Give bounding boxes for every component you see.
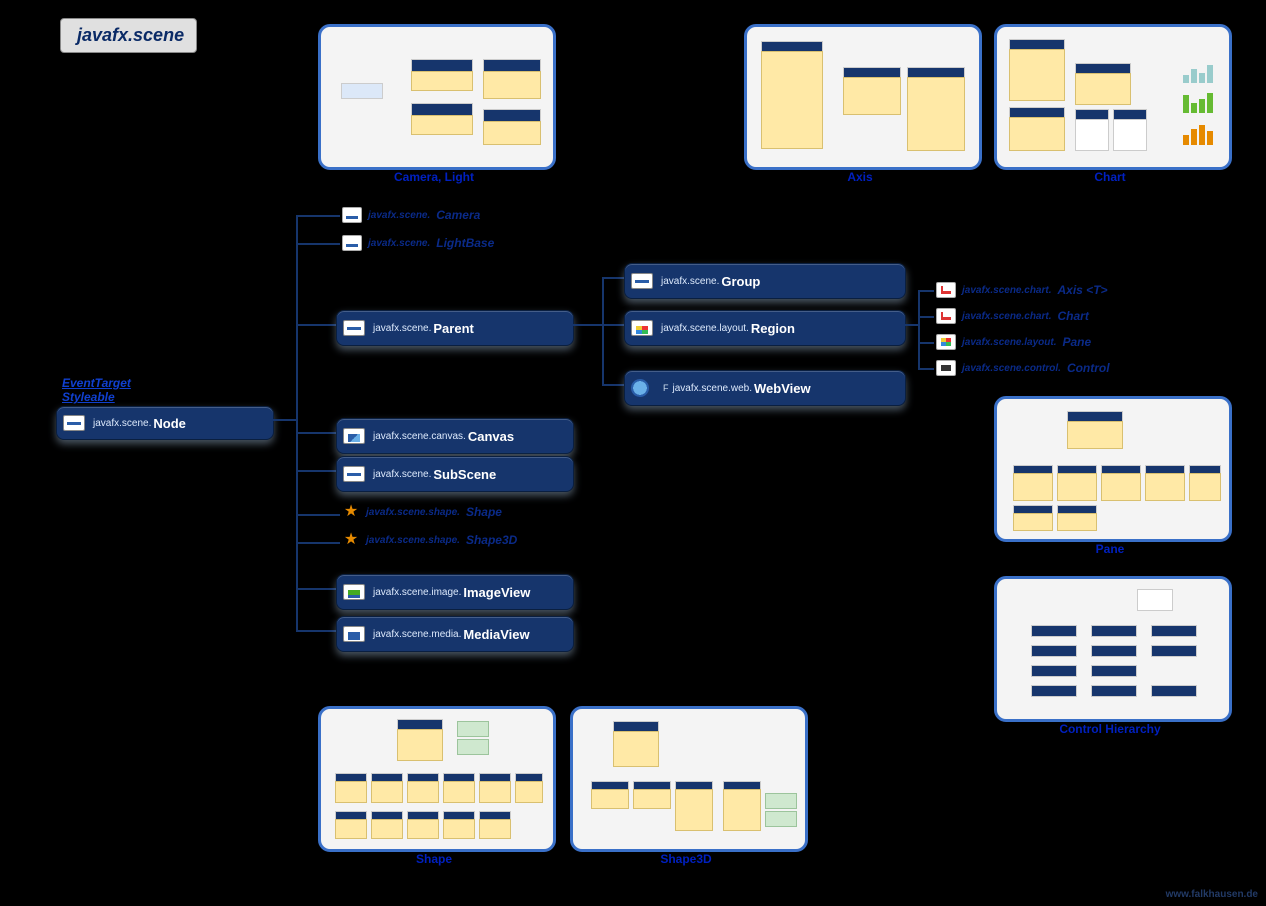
connector bbox=[602, 384, 624, 386]
connector bbox=[296, 215, 298, 631]
class-icon bbox=[63, 415, 85, 431]
diagram-stage: javafx.scene EventTarget Styleable javaf… bbox=[0, 0, 1266, 906]
media-icon bbox=[343, 626, 365, 642]
connector bbox=[296, 215, 340, 217]
class-imageview[interactable]: javafx.scene.image. ImageView bbox=[336, 574, 574, 610]
thumb-axis[interactable] bbox=[744, 24, 982, 170]
connector bbox=[602, 277, 604, 385]
abstract-pane[interactable]: javafx.scene.layout. Pane bbox=[936, 334, 1091, 350]
connector bbox=[602, 277, 624, 279]
class-region[interactable]: javafx.scene.layout. Region bbox=[624, 310, 906, 346]
globe-icon bbox=[631, 379, 649, 397]
class-node[interactable]: javafx.scene. Node bbox=[56, 406, 274, 440]
footer-credit: www.falkhausen.de bbox=[1166, 889, 1258, 900]
connector bbox=[602, 324, 624, 326]
abstract-axis[interactable]: javafx.scene.chart. Axis <T> bbox=[936, 282, 1108, 298]
abstract-chart[interactable]: javafx.scene.chart. Chart bbox=[936, 308, 1089, 324]
class-mediaview[interactable]: javafx.scene.media. MediaView bbox=[336, 616, 574, 652]
thumb-pane[interactable] bbox=[994, 396, 1232, 542]
package-title-text: javafx.scene bbox=[77, 25, 184, 46]
abstract-control[interactable]: javafx.scene.control. Control bbox=[936, 360, 1110, 376]
thumb-shape3d[interactable] bbox=[570, 706, 808, 852]
connector bbox=[918, 342, 934, 344]
package-title: javafx.scene bbox=[60, 18, 197, 53]
thumb-chart-caption: Chart bbox=[994, 170, 1226, 184]
class-icon bbox=[631, 273, 653, 289]
thumb-control-hierarchy-caption: Control Hierarchy bbox=[994, 722, 1226, 736]
class-webview[interactable]: F javafx.scene.web. WebView bbox=[624, 370, 906, 406]
image-icon bbox=[343, 584, 365, 600]
connector bbox=[296, 542, 340, 544]
class-group[interactable]: javafx.scene. Group bbox=[624, 263, 906, 299]
class-icon bbox=[342, 235, 362, 251]
connector bbox=[918, 290, 920, 370]
class-node-pkg: javafx.scene. bbox=[93, 418, 151, 429]
grid-icon bbox=[936, 334, 956, 350]
control-icon bbox=[936, 360, 956, 376]
abstract-shape3d[interactable]: ★ javafx.scene.shape. Shape3D bbox=[342, 533, 517, 547]
thumb-camera-light-caption: Camera, Light bbox=[318, 170, 550, 184]
abstract-shape[interactable]: ★ javafx.scene.shape. Shape bbox=[342, 505, 502, 519]
thumb-shape3d-caption: Shape3D bbox=[570, 852, 802, 866]
connector bbox=[918, 290, 934, 292]
connector bbox=[296, 588, 336, 590]
thumb-axis-caption: Axis bbox=[744, 170, 976, 184]
abstract-lightbase[interactable]: javafx.scene. LightBase bbox=[342, 235, 494, 251]
connector bbox=[296, 470, 336, 472]
class-subscene[interactable]: javafx.scene. SubScene bbox=[336, 456, 574, 492]
canvas-icon bbox=[343, 428, 365, 444]
connector bbox=[296, 514, 340, 516]
thumb-chart[interactable] bbox=[994, 24, 1232, 170]
thumb-control-hierarchy[interactable] bbox=[994, 576, 1232, 722]
class-icon bbox=[342, 207, 362, 223]
chart-icon bbox=[936, 308, 956, 324]
chart-icon bbox=[936, 282, 956, 298]
connector bbox=[904, 324, 918, 326]
interface-eventtarget[interactable]: EventTarget bbox=[62, 376, 131, 390]
thumb-shape-caption: Shape bbox=[318, 852, 550, 866]
class-canvas[interactable]: javafx.scene.canvas. Canvas bbox=[336, 418, 574, 454]
thumb-shape[interactable] bbox=[318, 706, 556, 852]
thumb-camera-light[interactable] bbox=[318, 24, 556, 170]
connector bbox=[296, 243, 340, 245]
class-parent[interactable]: javafx.scene. Parent bbox=[336, 310, 574, 346]
connector bbox=[918, 368, 934, 370]
interface-styleable[interactable]: Styleable bbox=[62, 390, 115, 404]
connector bbox=[272, 419, 296, 421]
connector bbox=[572, 324, 602, 326]
star-icon: ★ bbox=[342, 533, 360, 547]
class-node-cls: Node bbox=[153, 416, 186, 431]
thumb-pane-caption: Pane bbox=[994, 542, 1226, 556]
connector bbox=[918, 316, 934, 318]
abstract-camera[interactable]: javafx.scene. Camera bbox=[342, 207, 480, 223]
star-icon: ★ bbox=[342, 505, 360, 519]
class-icon bbox=[343, 320, 365, 336]
connector bbox=[296, 432, 336, 434]
connector bbox=[296, 630, 336, 632]
connector bbox=[296, 324, 336, 326]
region-icon bbox=[631, 320, 653, 336]
class-icon bbox=[343, 466, 365, 482]
